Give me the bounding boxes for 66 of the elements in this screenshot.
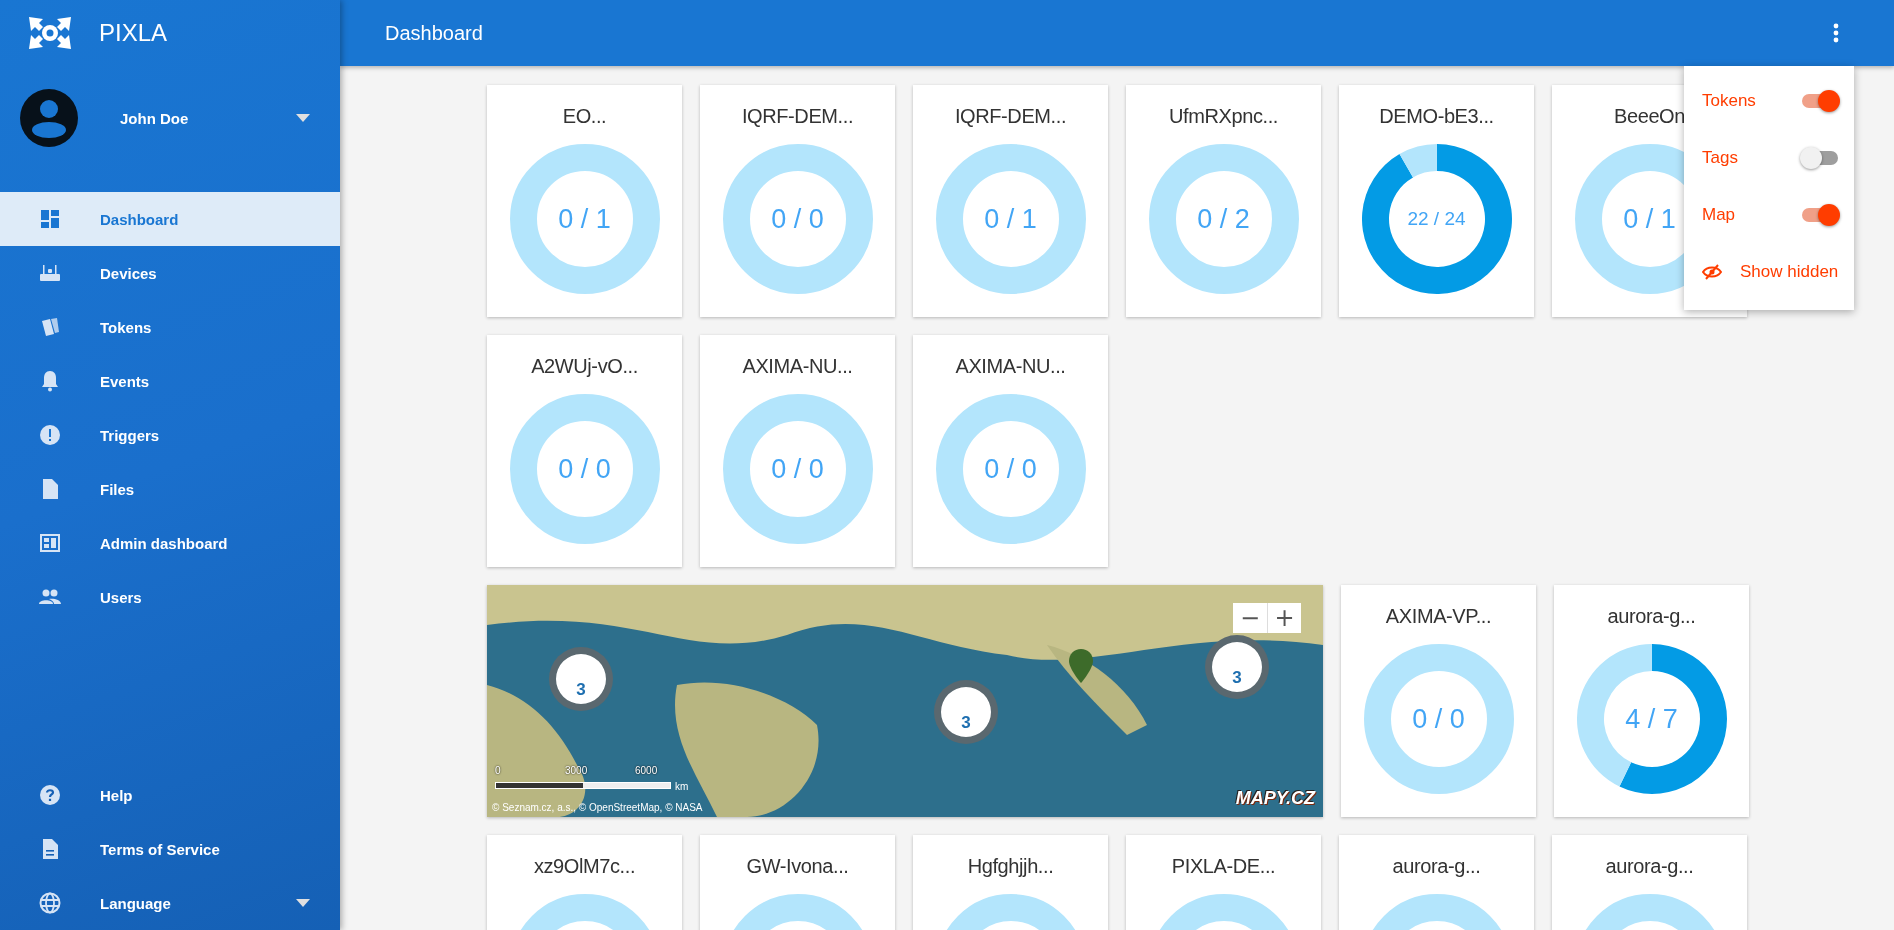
nav-item[interactable]: Dashboard: [0, 192, 340, 246]
menu-item[interactable]: Show hidden: [1684, 243, 1854, 300]
gauge-reading: 0 / 2: [1197, 203, 1250, 235]
gauge-reading: 0 / 0: [984, 453, 1037, 485]
card-title: DEMO-bE3...: [1379, 105, 1494, 128]
app-name: PIXLA: [99, 19, 168, 47]
more-icon[interactable]: [1833, 23, 1839, 43]
card-title: IQRF-DEM...: [954, 105, 1067, 128]
card-title: GW-Ivona...: [746, 855, 849, 878]
gauge-reading: 0 / 1: [984, 203, 1037, 235]
nav-item[interactable]: Tokens: [0, 300, 340, 354]
eye-slash-icon: [1702, 263, 1722, 280]
gauge-reading: 0 / 0: [771, 203, 824, 235]
menu-item[interactable]: Tokens: [1684, 72, 1854, 129]
scale-unit: km: [675, 781, 689, 792]
globe-icon: [38, 891, 62, 915]
card-title: AXIMA-VP...: [1385, 605, 1492, 628]
nav-item[interactable]: Admin dashboard: [0, 516, 340, 570]
gauge-reading: 0 / 1: [558, 203, 611, 235]
map-logo: MAPY.CZ: [1235, 788, 1315, 809]
logo-icon: [27, 15, 73, 51]
gauge-reading: 0 / 1: [1623, 203, 1676, 235]
zoom-in-button[interactable]: +: [1267, 603, 1301, 633]
scale-label: 6000: [635, 765, 658, 776]
nav-item[interactable]: Language: [0, 876, 340, 930]
toggle-switch[interactable]: [1800, 89, 1840, 112]
nav-item[interactable]: Events: [0, 354, 340, 408]
nav-item[interactable]: Terms of Service: [0, 822, 340, 876]
gauge-reading: 4 / 7: [1625, 703, 1678, 735]
card-title: AXIMA-NU...: [742, 355, 853, 378]
card-title: PIXLA-DE...: [1171, 855, 1276, 878]
card-title: Hgfghjjh...: [967, 855, 1054, 878]
menu-item[interactable]: Map: [1684, 186, 1854, 243]
nav-item[interactable]: Devices: [0, 246, 340, 300]
toggle-switch[interactable]: [1800, 146, 1840, 169]
map-attribution: © Seznam.cz, a.s., © OpenStreetMap, © NASA: [492, 802, 703, 813]
nav-item[interactable]: Files: [0, 462, 340, 516]
card-title: UfmRXpnc...: [1169, 105, 1278, 128]
page-title: Dashboard: [385, 21, 484, 45]
alert-icon: [38, 423, 62, 447]
caret-icon[interactable]: [296, 114, 310, 122]
nav-item[interactable]: Users: [0, 570, 340, 624]
card-title: EO...: [562, 105, 607, 128]
map-pin-icon[interactable]: [1069, 649, 1093, 683]
gauge-reading: 22 / 24: [1407, 208, 1466, 230]
nav-item[interactable]: Triggers: [0, 408, 340, 462]
card-title: IQRF-DEM...: [741, 105, 854, 128]
dashboard-icon: [38, 207, 62, 231]
gauge-reading: 0 / 0: [1412, 703, 1465, 735]
card-title: BeeeOn: [1614, 105, 1685, 128]
scale-label: 0: [495, 765, 501, 776]
user-name: John Doe: [120, 109, 190, 127]
avatar-icon: [20, 89, 78, 147]
panel-icon: [38, 531, 62, 555]
card-title: AXIMA-NU...: [955, 355, 1066, 378]
card-title: aurora-g...: [1607, 605, 1696, 628]
toggle-switch[interactable]: [1800, 203, 1840, 226]
help-icon: [38, 783, 62, 807]
gauge-reading: 0 / 0: [558, 453, 611, 485]
card-title: xz9OlM7c...: [533, 855, 636, 878]
card-title: aurora-g...: [1605, 855, 1694, 878]
nav-item[interactable]: Help: [0, 768, 340, 822]
card-title: A2WUj-vO...: [531, 355, 638, 378]
menu-item[interactable]: Tags: [1684, 129, 1854, 186]
gauge-reading: 0 / 0: [771, 453, 824, 485]
card-title: aurora-g...: [1392, 855, 1481, 878]
